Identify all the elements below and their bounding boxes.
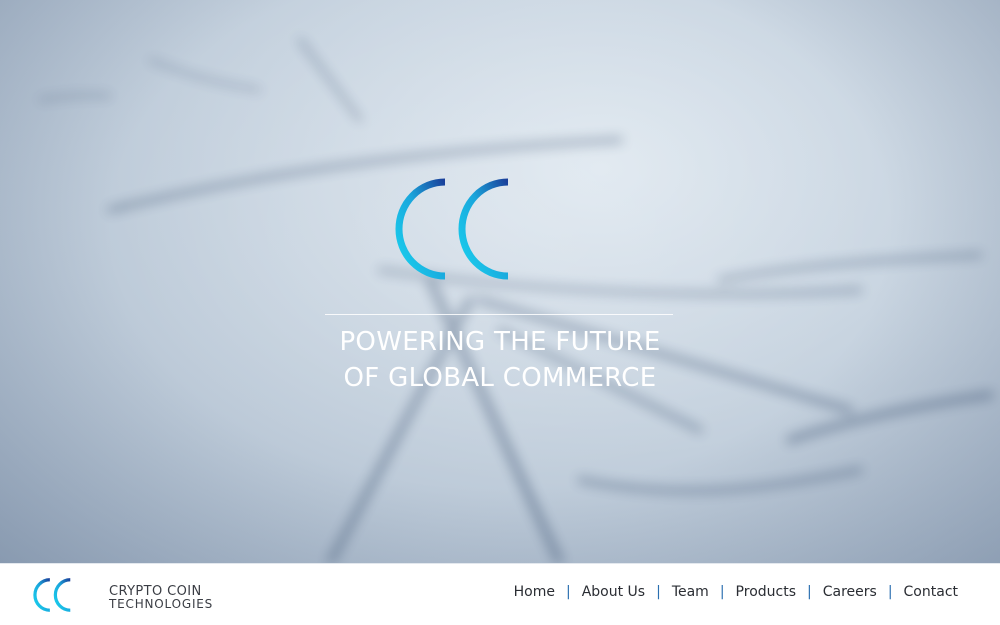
tagline-line-1: POWERING THE FUTURE (339, 327, 661, 357)
nav-separator: | (887, 584, 893, 600)
nav-contact-link[interactable]: Contact (904, 584, 958, 600)
main-nav: Home | About Us | Team | Products | Care… (514, 584, 958, 600)
nav-separator: | (656, 584, 661, 600)
brand-name: CRYPTO COIN TECHNOLOGIES (109, 579, 213, 611)
nav-about-link[interactable]: About Us (582, 584, 645, 600)
nav-separator: | (807, 584, 812, 600)
hero-divider (325, 314, 673, 315)
cct-logo-mark (395, 178, 607, 280)
bottom-navbar: CRYPTO COIN TECHNOLOGIES Home | About Us… (0, 563, 1000, 625)
cct-small-logo-icon (33, 578, 103, 612)
brand-logo[interactable]: CRYPTO COIN TECHNOLOGIES (33, 573, 213, 617)
nav-separator: | (565, 584, 571, 600)
hero-banner: POWERING THE FUTURE OF GLOBAL COMMERCE (0, 0, 1000, 563)
nav-separator: | (719, 584, 725, 600)
page: POWERING THE FUTURE OF GLOBAL COMMERCE C… (0, 0, 1000, 625)
nav-team-link[interactable]: Team (672, 584, 709, 600)
tagline-line-2: OF GLOBAL COMMERCE (343, 363, 657, 393)
hero-tagline: POWERING THE FUTURE OF GLOBAL COMMERCE (300, 324, 700, 396)
nav-home-link[interactable]: Home (514, 584, 555, 600)
brand-name-line-2: TECHNOLOGIES (109, 597, 214, 611)
nav-products-link[interactable]: Products (736, 584, 796, 600)
nav-careers-link[interactable]: Careers (823, 584, 877, 600)
